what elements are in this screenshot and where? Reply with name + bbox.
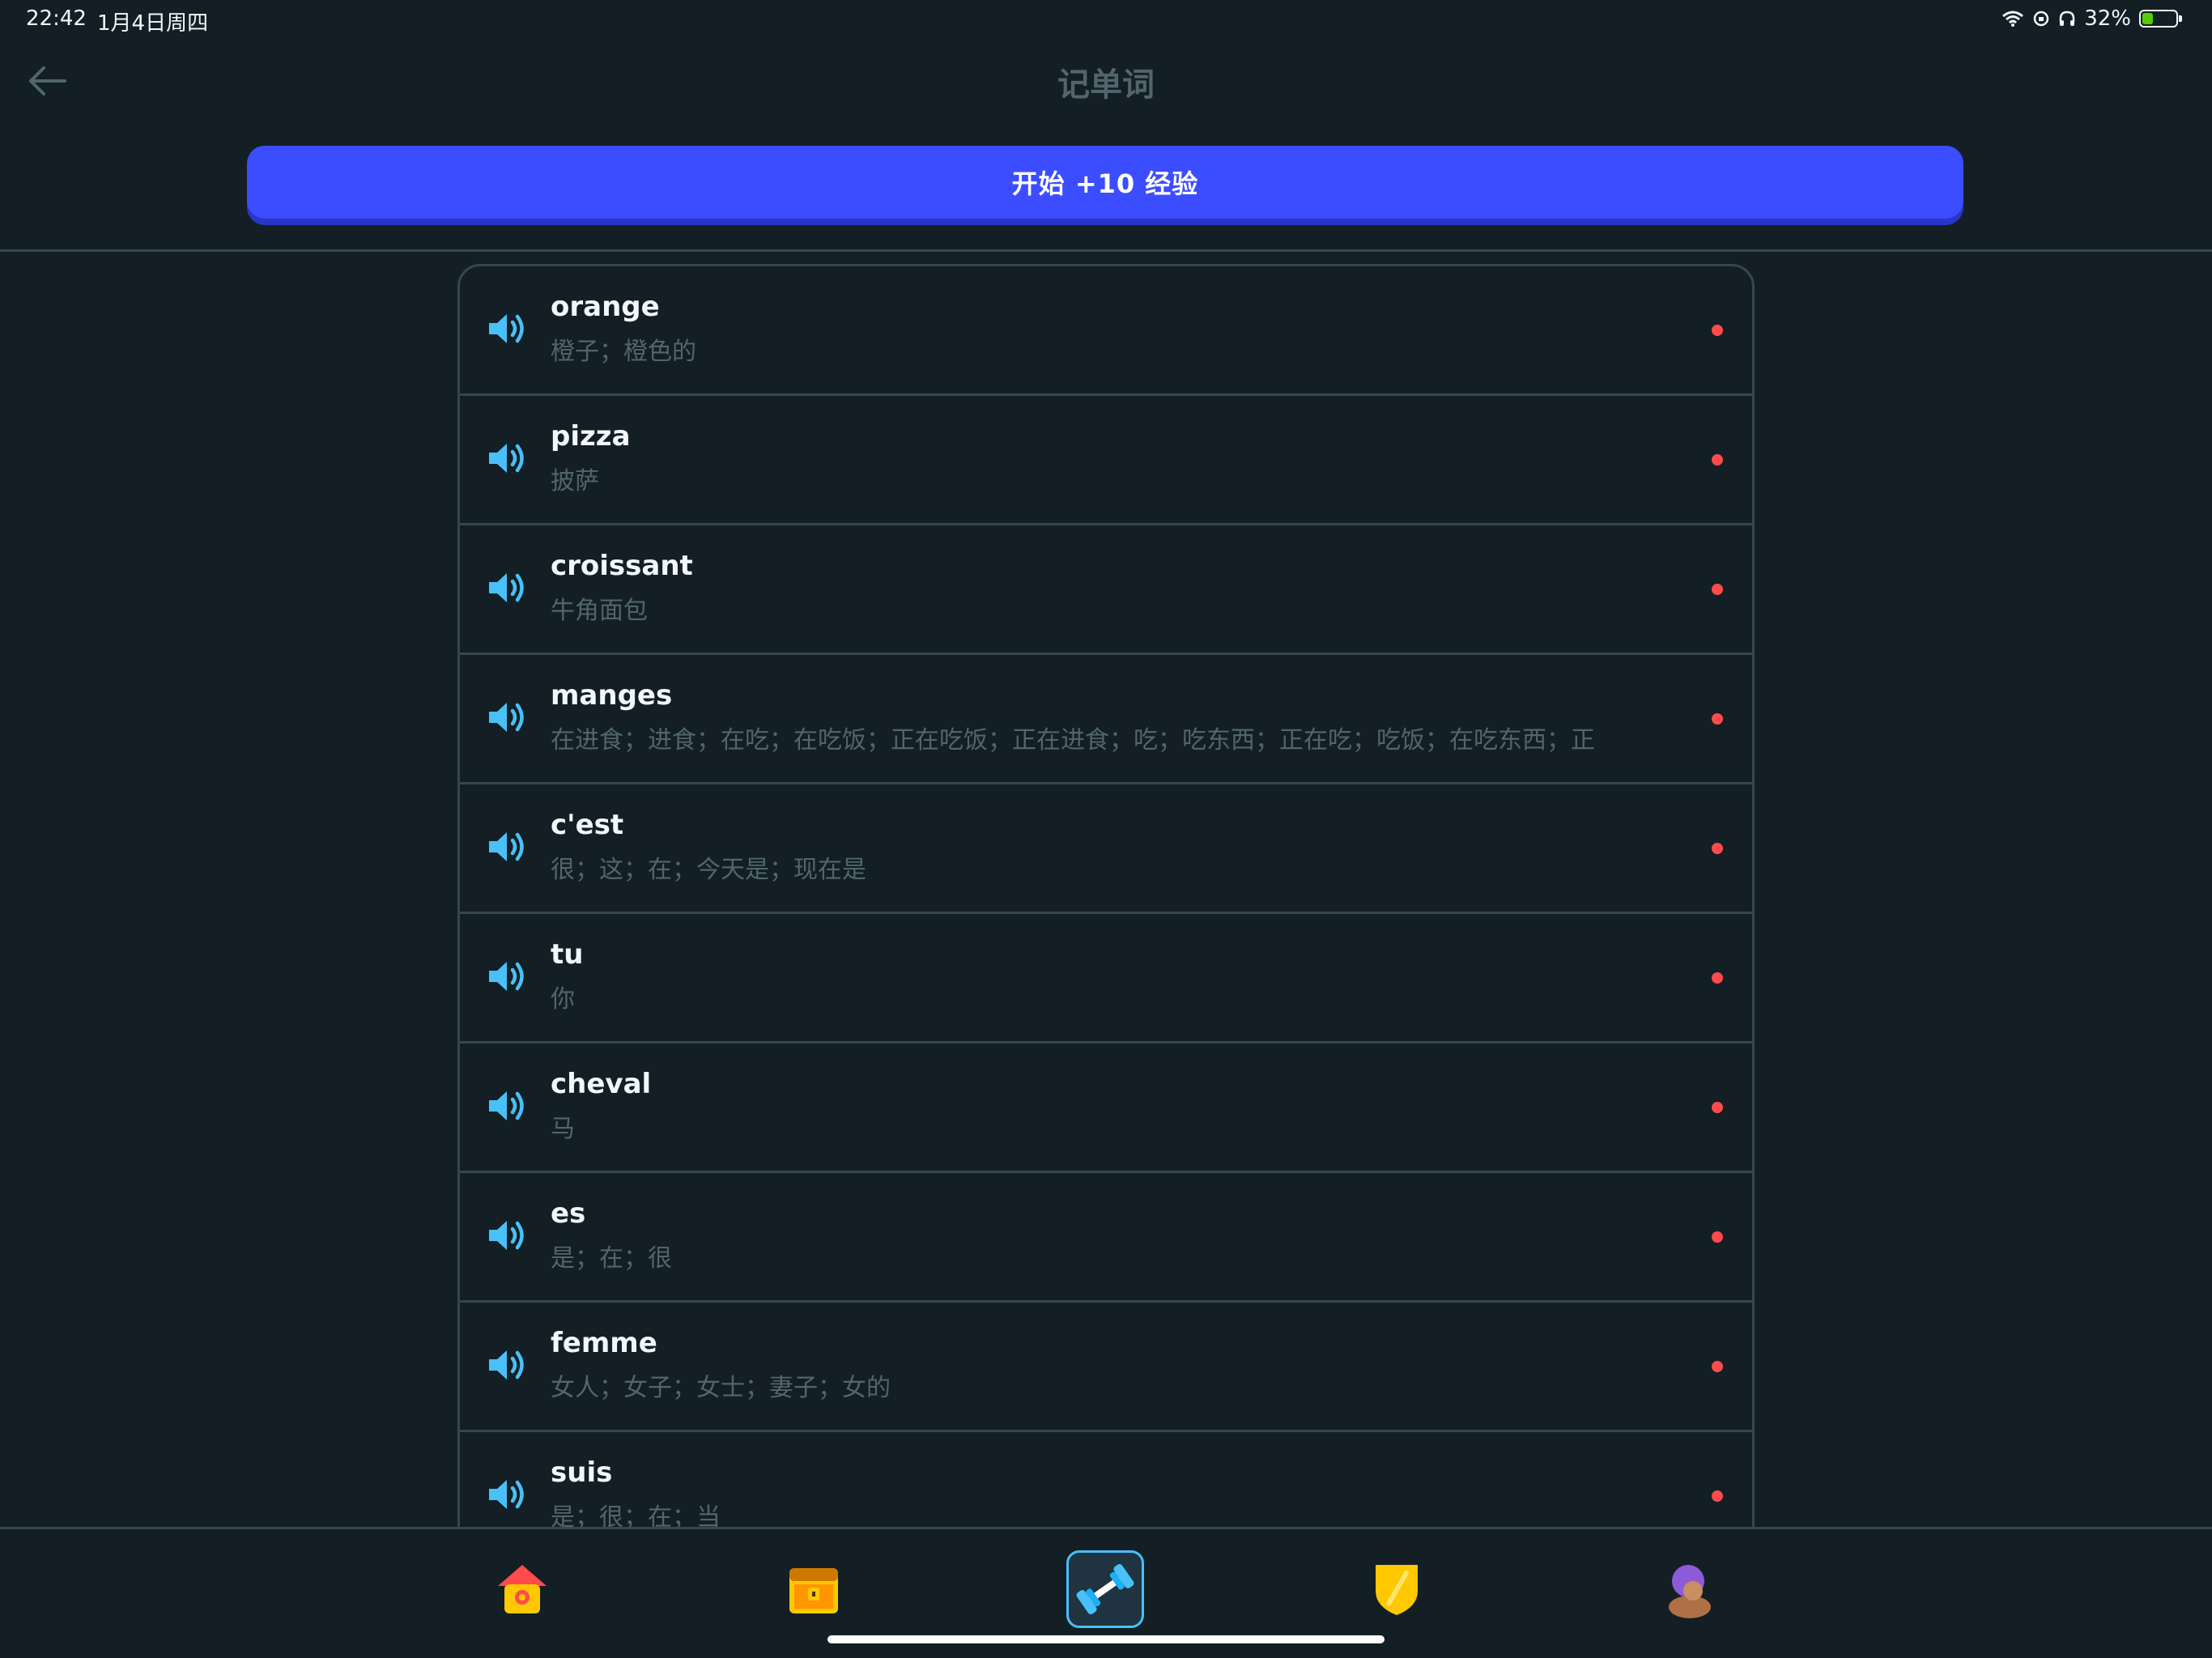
status-dot bbox=[1712, 1102, 1723, 1113]
tab-practice[interactable] bbox=[1066, 1550, 1144, 1628]
tab-home[interactable] bbox=[483, 1550, 561, 1628]
word-meaning: 女人；女子；女士；妻子；女的 bbox=[551, 1374, 891, 1402]
word-row[interactable]: cheval 马 bbox=[460, 1041, 1752, 1171]
word-list-scroll[interactable]: orange 橙子；橙色的 pizza 披萨 croissant 牛角面包 manges 在进… bbox=[457, 264, 1755, 1527]
status-time: 22:42 bbox=[26, 6, 87, 31]
orientation-lock-icon bbox=[2033, 11, 2049, 27]
shield-icon bbox=[1376, 1565, 1418, 1615]
speaker-icon[interactable] bbox=[484, 1343, 528, 1387]
tab-treasure[interactable] bbox=[775, 1550, 853, 1628]
tab-profile[interactable] bbox=[1649, 1550, 1727, 1628]
speaker-icon[interactable] bbox=[484, 1084, 528, 1128]
word-row[interactable]: c'est 很；这；在；今天是；现在是 bbox=[460, 782, 1752, 912]
speaker-icon[interactable] bbox=[484, 1214, 528, 1257]
status-dot bbox=[1712, 1231, 1723, 1243]
word-row[interactable]: tu 你 bbox=[460, 912, 1752, 1041]
status-dot bbox=[1712, 713, 1723, 725]
word-text: pizza bbox=[551, 420, 631, 453]
word-meaning: 你 bbox=[551, 985, 575, 1014]
word-meaning: 在进食；进食；在吃；在吃饭；正在吃饭；正在进食；吃；吃东西；正在吃；吃饭；在吃东… bbox=[551, 726, 1595, 755]
speaker-icon[interactable] bbox=[484, 1473, 528, 1516]
word-list: orange 橙子；橙色的 pizza 披萨 croissant 牛角面包 manges 在进… bbox=[457, 264, 1755, 1527]
status-dot bbox=[1712, 584, 1723, 595]
word-meaning: 是；很；在；当 bbox=[551, 1503, 721, 1527]
word-row[interactable]: orange 橙子；橙色的 bbox=[460, 266, 1752, 393]
word-text: c'est bbox=[551, 809, 624, 841]
status-dot bbox=[1712, 1361, 1723, 1372]
word-row[interactable]: manges 在进食；进食；在吃；在吃饭；正在吃饭；正在进食；吃；吃东西；正在吃；… bbox=[460, 653, 1752, 782]
word-meaning: 牛角面包 bbox=[551, 597, 648, 625]
start-button[interactable]: 开始 +10 经验 bbox=[247, 146, 1963, 219]
battery-level bbox=[2142, 13, 2153, 24]
status-dot bbox=[1712, 325, 1723, 336]
word-row[interactable]: pizza 披萨 bbox=[460, 393, 1752, 523]
headphones-icon bbox=[2059, 11, 2075, 26]
speaker-icon[interactable] bbox=[484, 954, 528, 998]
word-text: femme bbox=[551, 1327, 657, 1359]
status-dot bbox=[1712, 843, 1723, 854]
page-title: 记单词 bbox=[1057, 66, 1155, 104]
wifi-icon bbox=[2002, 11, 2024, 27]
speaker-icon[interactable] bbox=[484, 695, 528, 739]
status-date: 1月4日周四 bbox=[97, 11, 209, 36]
word-meaning: 很；这；在；今天是；现在是 bbox=[551, 856, 866, 884]
house-icon bbox=[498, 1565, 547, 1613]
treasure-chest-icon bbox=[789, 1568, 838, 1613]
avatar-icon bbox=[1669, 1565, 1711, 1618]
word-row[interactable]: es 是；在；很 bbox=[460, 1171, 1752, 1300]
word-meaning: 是；在；很 bbox=[551, 1244, 672, 1273]
tab-leagues[interactable] bbox=[1358, 1550, 1436, 1628]
status-dot bbox=[1712, 1490, 1723, 1502]
status-dot bbox=[1712, 454, 1723, 466]
word-text: tu bbox=[551, 938, 584, 971]
header: 记单词 bbox=[0, 49, 2212, 113]
speaker-icon[interactable] bbox=[484, 566, 528, 610]
speaker-icon[interactable] bbox=[484, 307, 528, 351]
speaker-icon[interactable] bbox=[484, 825, 528, 869]
word-text: suis bbox=[551, 1456, 613, 1489]
word-text: cheval bbox=[551, 1068, 652, 1100]
dumbbell-icon bbox=[1076, 1563, 1134, 1615]
word-text: orange bbox=[551, 291, 660, 323]
word-meaning: 披萨 bbox=[551, 467, 599, 495]
status-bar: 22:42 1月4日周四 32% bbox=[0, 0, 2212, 37]
battery-icon bbox=[2139, 10, 2182, 28]
divider bbox=[0, 249, 2212, 252]
word-row[interactable]: croissant 牛角面包 bbox=[460, 523, 1752, 653]
word-row[interactable]: suis 是；很；在；当 bbox=[460, 1430, 1752, 1527]
word-text: manges bbox=[551, 679, 673, 712]
status-dot bbox=[1712, 972, 1723, 984]
word-text: es bbox=[551, 1197, 586, 1230]
word-meaning: 马 bbox=[551, 1115, 575, 1143]
word-meaning: 橙子；橙色的 bbox=[551, 338, 696, 366]
word-text: croissant bbox=[551, 550, 693, 582]
home-indicator[interactable] bbox=[827, 1635, 1385, 1643]
battery-percent: 32% bbox=[2084, 6, 2131, 31]
word-row[interactable]: femme 女人；女子；女士；妻子；女的 bbox=[460, 1300, 1752, 1430]
status-right: 32% bbox=[2001, 6, 2182, 31]
speaker-icon[interactable] bbox=[484, 436, 528, 480]
